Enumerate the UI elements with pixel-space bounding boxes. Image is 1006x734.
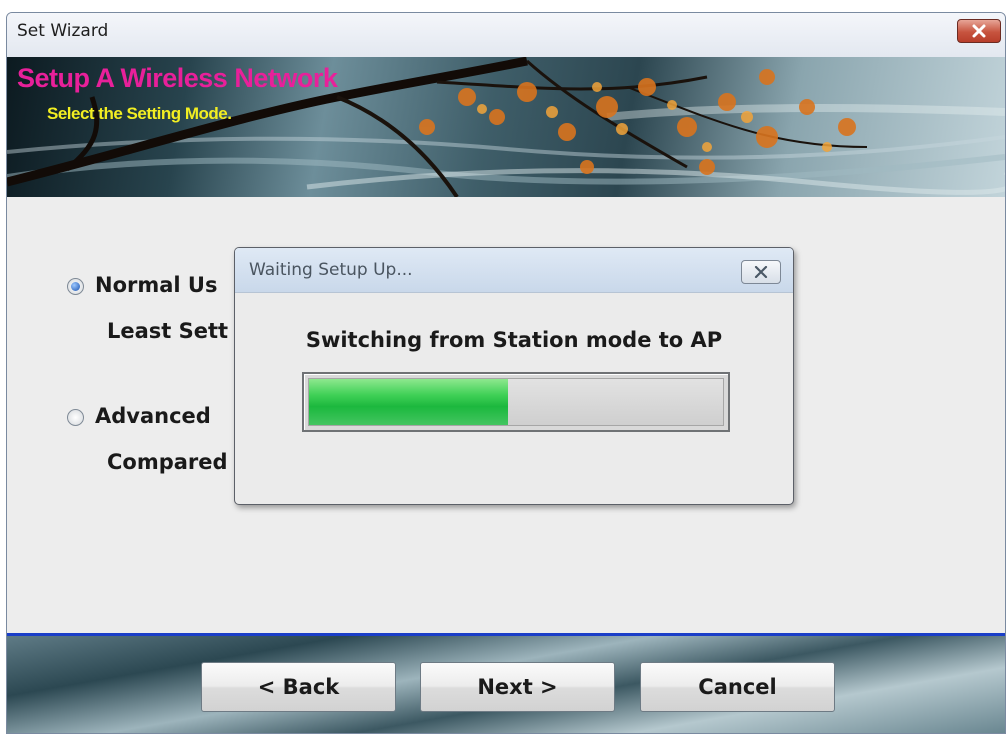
progress-track [308,378,724,426]
banner-subtitle: Select the Setting Mode. [47,104,232,123]
dialog-title: Waiting Setup Up... [249,260,413,280]
dialog-message: Switching from Station mode to AP [305,328,723,352]
advanced-mode-label: Advanced [95,404,211,428]
waiting-dialog: Waiting Setup Up... Switching from Stati… [234,247,794,505]
window-close-button[interactable] [957,19,1001,43]
advanced-mode-radio[interactable] [67,409,84,426]
progress-fill [309,379,508,425]
close-x-icon [754,266,768,278]
normal-mode-radio[interactable] [67,278,84,295]
dialog-close-button[interactable] [741,260,781,284]
normal-mode-label: Normal Us [95,273,218,297]
dialog-titlebar: Waiting Setup Up... [235,248,793,293]
window-title: Set Wizard [17,21,109,41]
setup-progress-bar [302,372,730,432]
close-x-icon [972,24,986,38]
window-titlebar: Set Wizard [7,13,1005,57]
next-button[interactable]: Next > [420,662,615,712]
cancel-button[interactable]: Cancel [640,662,835,712]
banner-title: Setup A Wireless Network [17,63,338,93]
wizard-banner: Setup A Wireless Network Select the Sett… [7,57,1005,197]
advanced-mode-description: Compared [107,450,228,474]
back-button[interactable]: < Back [201,662,396,712]
normal-mode-description: Least Sett [107,319,229,343]
wizard-footer: < Back Next > Cancel [7,636,1005,733]
